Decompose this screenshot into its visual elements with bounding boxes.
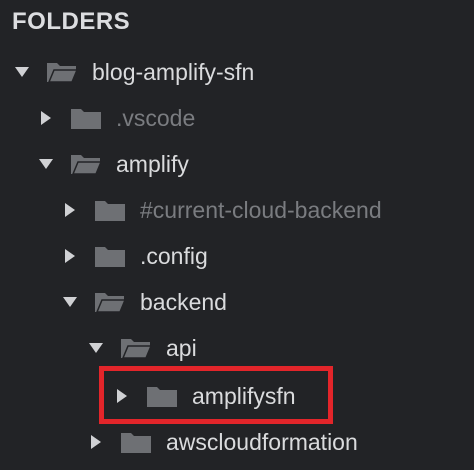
- tree-item-api[interactable]: api: [86, 331, 197, 365]
- closed-folder-icon: [120, 430, 152, 454]
- tree-item-label: awscloudformation: [166, 428, 358, 455]
- tree-item-label: amplify: [116, 150, 189, 177]
- folders-panel: FOLDERS blog-amplify-sfn .vscode amplify: [0, 0, 474, 470]
- tree-item-awscloudformation[interactable]: awscloudformation: [86, 425, 358, 459]
- chevron-right-icon[interactable]: [86, 432, 106, 452]
- tree-item-vscode[interactable]: .vscode: [36, 101, 195, 135]
- open-folder-icon: [70, 152, 102, 176]
- tree-item-blog-amplify-sfn[interactable]: blog-amplify-sfn: [12, 55, 254, 89]
- chevron-right-icon[interactable]: [60, 200, 80, 220]
- tree-item-amplifysfn[interactable]: amplifysfn: [112, 379, 296, 413]
- tree-item-label: amplifysfn: [192, 382, 296, 409]
- tree-item-label: backend: [140, 288, 227, 315]
- tree-item-label: .vscode: [116, 104, 196, 131]
- closed-folder-icon: [70, 106, 102, 130]
- tree-item-label: #current-cloud-backend: [140, 196, 382, 223]
- tree-item-label: api: [166, 334, 197, 361]
- open-folder-icon: [46, 60, 78, 84]
- chevron-down-icon[interactable]: [12, 62, 32, 82]
- open-folder-icon: [120, 336, 152, 360]
- chevron-down-icon[interactable]: [60, 292, 80, 312]
- chevron-down-icon[interactable]: [36, 154, 56, 174]
- tree-item-config[interactable]: .config: [60, 239, 208, 273]
- closed-folder-icon: [146, 384, 178, 408]
- chevron-down-icon[interactable]: [86, 338, 106, 358]
- chevron-right-icon[interactable]: [112, 386, 132, 406]
- chevron-right-icon[interactable]: [36, 108, 56, 128]
- closed-folder-icon: [94, 198, 126, 222]
- closed-folder-icon: [94, 244, 126, 268]
- tree-item-amplify[interactable]: amplify: [36, 147, 189, 181]
- tree-item-label: .config: [140, 242, 208, 269]
- tree-item-current-cloud-backend[interactable]: #current-cloud-backend: [60, 193, 382, 227]
- panel-title: FOLDERS: [12, 8, 131, 35]
- chevron-right-icon[interactable]: [60, 246, 80, 266]
- tree-item-label: blog-amplify-sfn: [92, 58, 255, 85]
- open-folder-icon: [94, 290, 126, 314]
- tree-item-backend[interactable]: backend: [60, 285, 227, 319]
